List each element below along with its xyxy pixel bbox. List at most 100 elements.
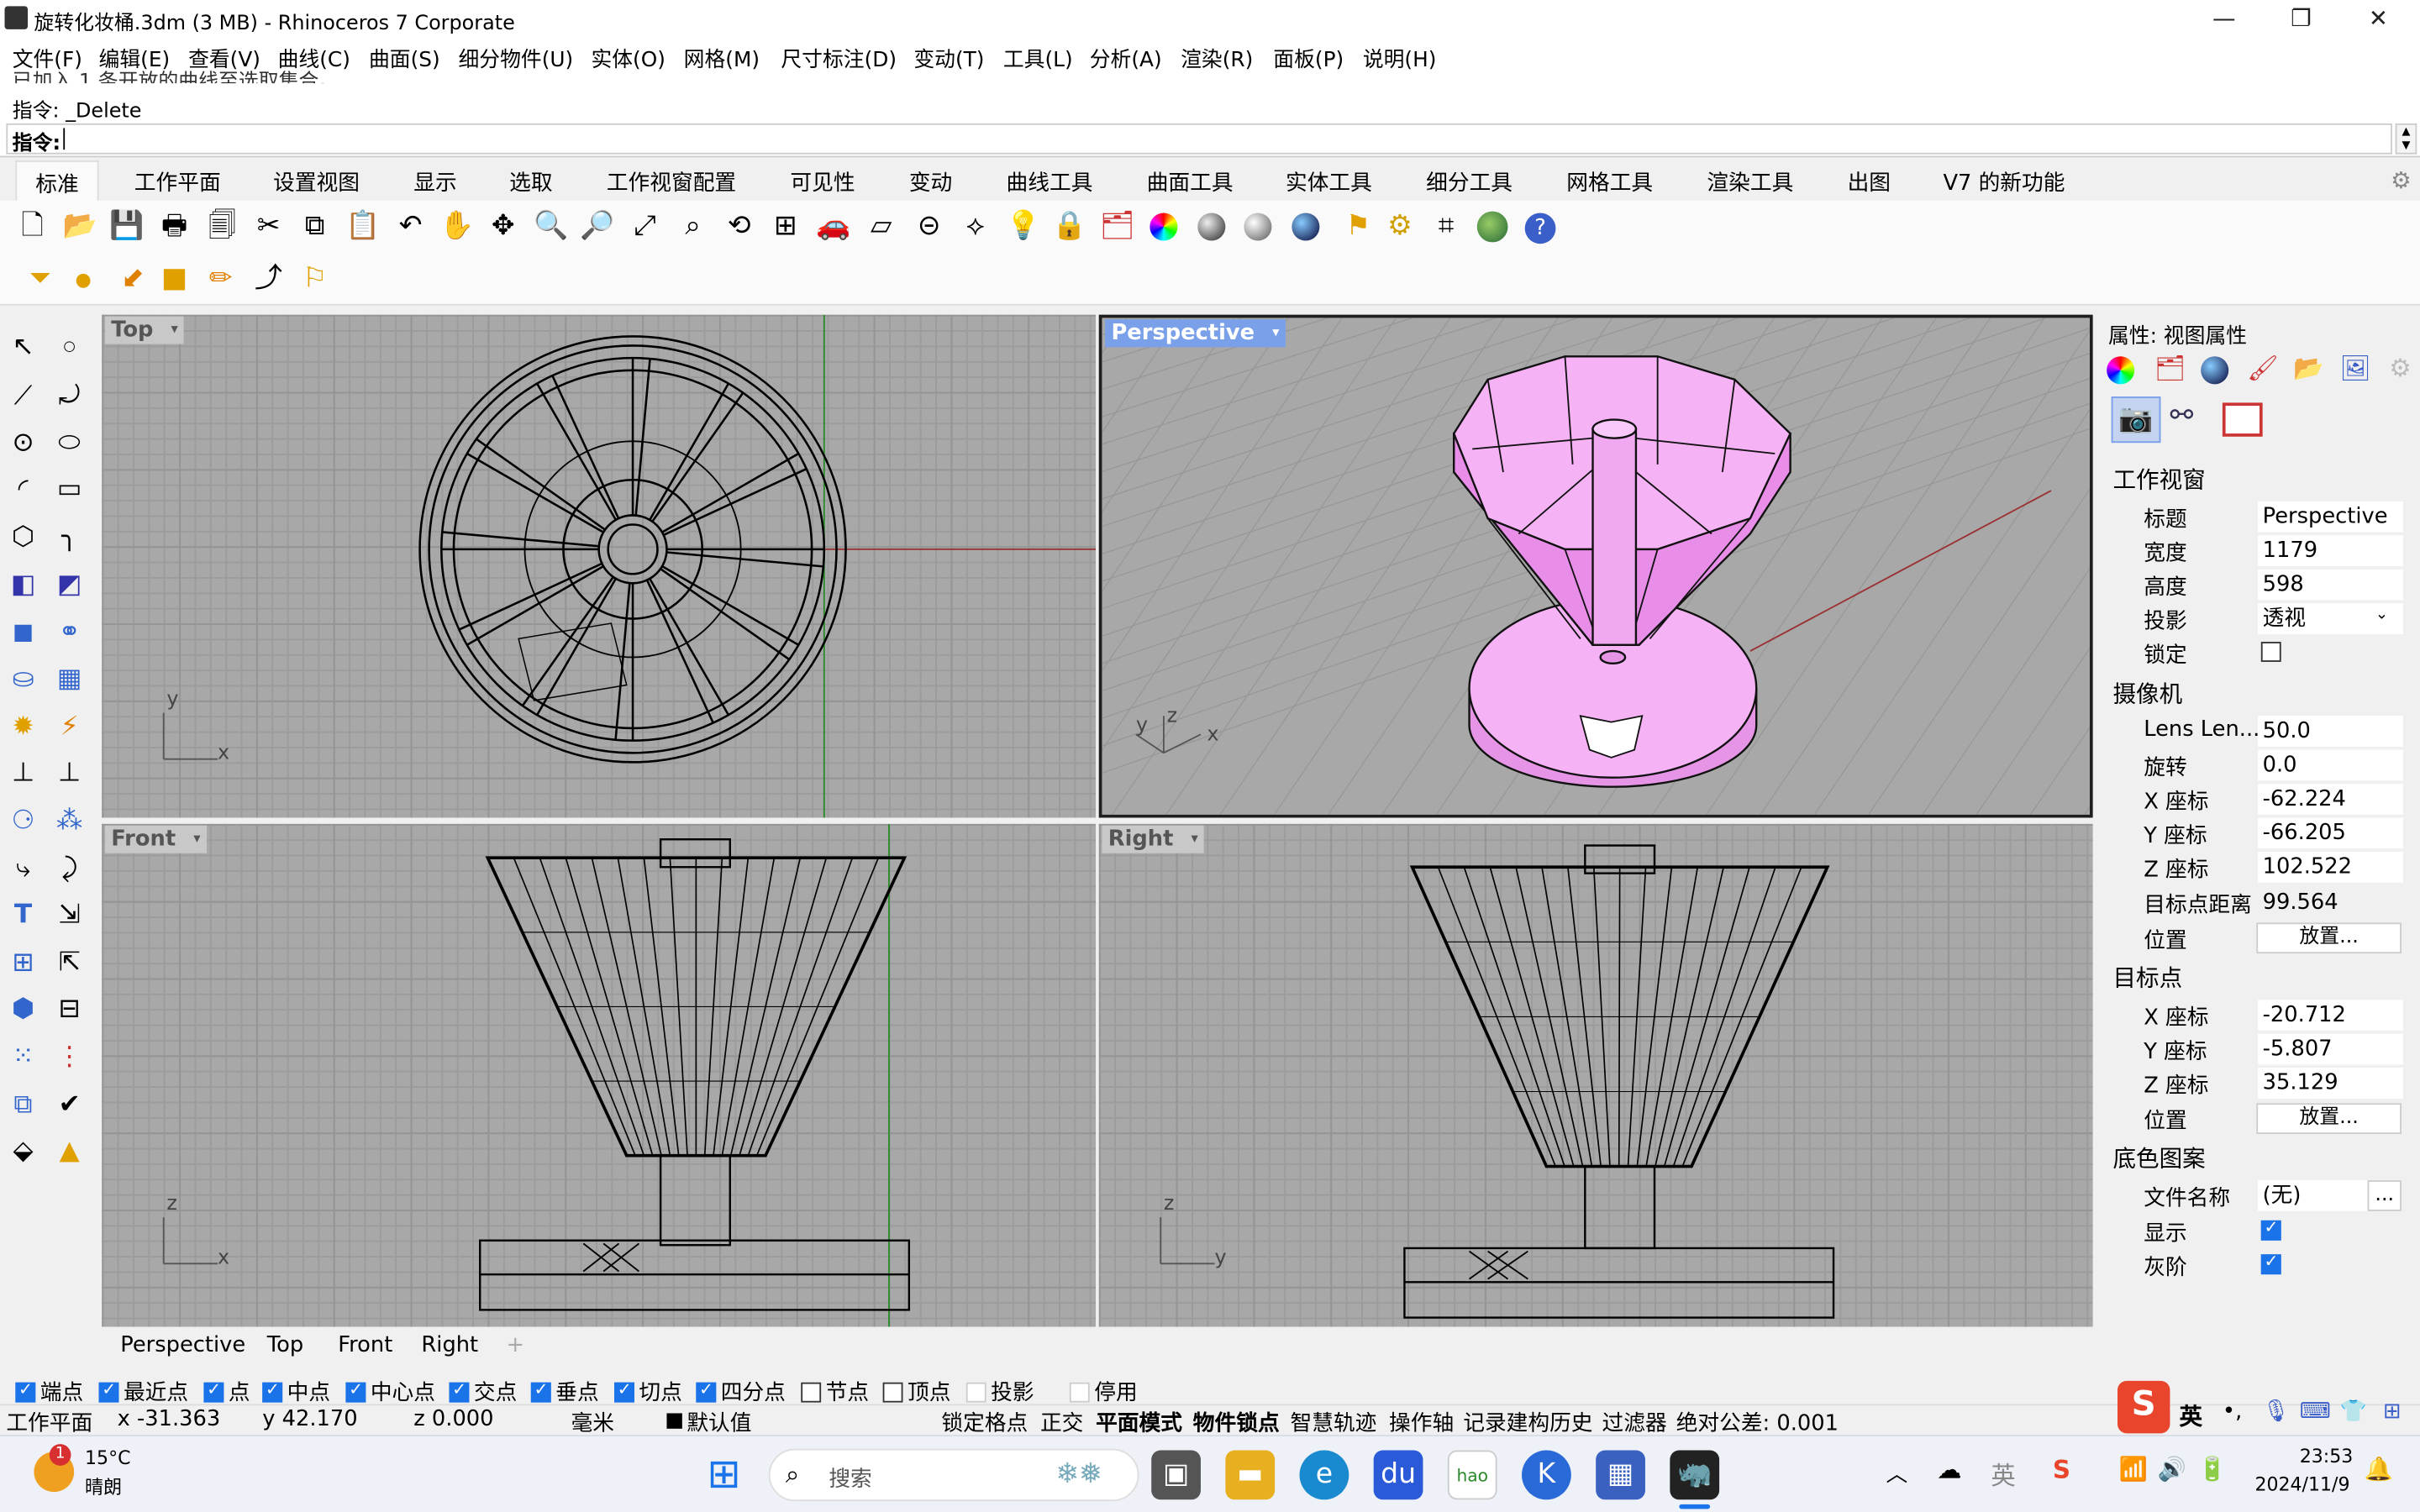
sogou-tray-icon[interactable]: S <box>2053 1455 2070 1484</box>
render-mesh-icon[interactable]: ⬙ <box>5 1132 42 1169</box>
trim-icon[interactable]: ⊥ <box>5 754 42 791</box>
checkbox[interactable] <box>530 1379 551 1403</box>
keyboard-icon[interactable]: ⌨ <box>2300 1399 2331 1424</box>
menu-tools[interactable]: 工具(L) <box>1003 42 1073 72</box>
text-icon[interactable]: T <box>5 896 42 933</box>
mesh-icon[interactable]: ▦ <box>51 660 88 697</box>
checkbox[interactable] <box>345 1379 366 1403</box>
vp-tab-right[interactable]: Right <box>421 1333 478 1357</box>
select-arrow-icon[interactable]: ↖ <box>5 328 42 365</box>
checkbox[interactable] <box>449 1379 470 1403</box>
select-filter-icon[interactable]: ⏷ <box>22 260 59 297</box>
extend-icon[interactable]: ⊥ <box>51 754 88 791</box>
checkbox[interactable] <box>614 1379 634 1403</box>
notification-bell-icon[interactable]: 🔔 <box>2365 1455 2393 1483</box>
dimension-icon[interactable]: ⌗ <box>1428 208 1465 245</box>
viewport-title-right[interactable]: Right ▾ <box>1102 825 1205 853</box>
add-viewport-tab-icon[interactable]: + <box>506 1333 524 1357</box>
print-icon[interactable]: 🖶 <box>156 208 193 245</box>
pan-hand-icon[interactable]: ✋ <box>439 208 476 245</box>
group-icon[interactable]: ⁂ <box>51 802 88 839</box>
target-place-button[interactable]: 放置... <box>2256 1103 2402 1134</box>
status-planar[interactable]: 平面模式 <box>1096 1407 1182 1438</box>
osnap-intersection[interactable]: 交点 <box>449 1376 517 1407</box>
osnap-mid[interactable]: 中点 <box>262 1376 330 1407</box>
save-icon[interactable]: 💾 <box>108 208 145 245</box>
task-view-icon[interactable]: ▣ <box>1151 1450 1201 1500</box>
sogou-ime-icon[interactable]: S <box>2117 1380 2170 1434</box>
polygon-icon[interactable]: ⬡ <box>5 518 42 555</box>
tab-drafting[interactable]: 出图 <box>1848 166 1891 197</box>
zoom-selected-icon[interactable]: ⌕ <box>675 208 712 245</box>
undo-icon[interactable]: ↶ <box>392 208 429 245</box>
status-cplane[interactable]: 工作平面 <box>6 1407 92 1438</box>
grid-array-icon[interactable]: ⁙ <box>5 1038 42 1075</box>
rendered-sphere-icon[interactable] <box>1239 208 1276 245</box>
menu-render[interactable]: 渲染(R) <box>1181 42 1253 72</box>
snap-icon[interactable]: ⟡ <box>957 208 994 245</box>
osnap-quadrant[interactable]: 四分点 <box>696 1376 786 1407</box>
menu-dimension[interactable]: 尺寸标注(D) <box>781 42 897 72</box>
menu-panels[interactable]: 面板(P) <box>1273 42 1344 72</box>
chevron-down-icon[interactable]: ▾ <box>1191 826 1197 853</box>
tab-solid-tools[interactable]: 实体工具 <box>1286 166 1372 197</box>
camera-y-value[interactable]: -66.205 <box>2258 817 2403 849</box>
viewport-title-front[interactable]: Front ▾ <box>104 825 207 853</box>
minimize-button[interactable]: — <box>2188 3 2259 34</box>
zoom-extents-icon[interactable]: ⤢ <box>627 208 664 245</box>
osnap-point[interactable]: 点 <box>203 1376 250 1407</box>
four-viewports-icon[interactable]: ⊞ <box>767 208 804 245</box>
help-icon[interactable]: ? <box>1522 208 1559 245</box>
vp-tab-top[interactable]: Top <box>267 1333 303 1357</box>
tab-surface-tools[interactable]: 曲面工具 <box>1147 166 1234 197</box>
menu-mesh[interactable]: 网格(M) <box>684 42 760 72</box>
vp-tab-front[interactable]: Front <box>338 1333 392 1357</box>
copy-icon[interactable]: ⧉ <box>297 208 334 245</box>
camera-icon[interactable]: 📷 <box>2111 396 2161 444</box>
windows-start-icon[interactable]: ⊞ <box>699 1451 749 1500</box>
color-wheel-icon[interactable] <box>2107 356 2135 385</box>
restore-button[interactable]: ❐ <box>2265 3 2336 34</box>
arc-icon[interactable]: ◜ <box>5 470 42 507</box>
box-solid-icon[interactable]: ◼ <box>5 614 42 651</box>
square-icon[interactable]: ■ <box>156 260 193 297</box>
status-grid-snap[interactable]: 锁定格点 <box>941 1407 1028 1438</box>
osnap-tangent[interactable]: 切点 <box>614 1376 682 1407</box>
move-icon[interactable]: ⇱ <box>51 944 88 981</box>
tab-render-tools[interactable]: 渲染工具 <box>1707 166 1793 197</box>
analyze-icon[interactable]: ⧉ <box>5 1086 42 1123</box>
import-icon[interactable]: 🗐 <box>203 208 240 245</box>
car-icon[interactable]: 🚗 <box>815 208 852 245</box>
distance-icon[interactable]: ⊝ <box>911 208 948 245</box>
tab-display[interactable]: 显示 <box>413 166 456 197</box>
tab-cplanes[interactable]: 工作平面 <box>134 166 221 197</box>
menu-subd[interactable]: 细分物件(U) <box>459 42 574 72</box>
explode-icon[interactable]: ✹ <box>5 708 42 745</box>
tab-set-view[interactable]: 设置视图 <box>273 166 360 197</box>
undo-view-icon[interactable]: ⟲ <box>721 208 758 245</box>
viewport-right[interactable]: z y Right ▾ <box>1098 823 2093 1327</box>
viewport-title-perspective[interactable]: Perspective ▾ <box>1105 319 1286 348</box>
wifi-icon[interactable]: 📶 <box>2119 1455 2148 1483</box>
molecule-icon[interactable]: ⚯ <box>2170 400 2193 433</box>
brush-icon[interactable]: 🖌 <box>2247 354 2278 383</box>
menu-transform[interactable]: 变动(T) <box>913 42 984 72</box>
viewport-perspective[interactable]: y z x Perspective ▾ <box>1098 314 2093 818</box>
status-history[interactable]: 记录建构历史 <box>1463 1407 1592 1438</box>
tab-subd-tools[interactable]: 细分工具 <box>1426 166 1512 197</box>
chevron-down-icon[interactable]: ⌄ <box>2375 606 2388 623</box>
options-gear-icon[interactable]: ⚙ <box>1381 208 1418 245</box>
osnap-perpendicular[interactable]: 垂点 <box>530 1376 599 1407</box>
camera-place-button[interactable]: 放置... <box>2256 922 2402 954</box>
tab-mesh-tools[interactable]: 网格工具 <box>1566 166 1653 197</box>
clock-time[interactable]: 23:53 <box>2300 1446 2354 1467</box>
rotate-view-icon[interactable]: ✥ <box>485 208 522 245</box>
checkbox[interactable] <box>1069 1382 1090 1403</box>
split-icon[interactable]: ⚡ <box>51 708 88 745</box>
target-y-value[interactable]: -5.807 <box>2258 1033 2403 1065</box>
taskbar-search[interactable]: ⌕ 搜索 ❄❅ <box>768 1448 1139 1502</box>
filter-icon[interactable]: ⚑ <box>1339 208 1376 245</box>
shaded-sphere-icon[interactable] <box>1193 208 1230 245</box>
toolbox-icon[interactable]: ⊞ <box>2383 1399 2402 1424</box>
chevron-down-icon[interactable]: ▾ <box>1272 319 1279 347</box>
